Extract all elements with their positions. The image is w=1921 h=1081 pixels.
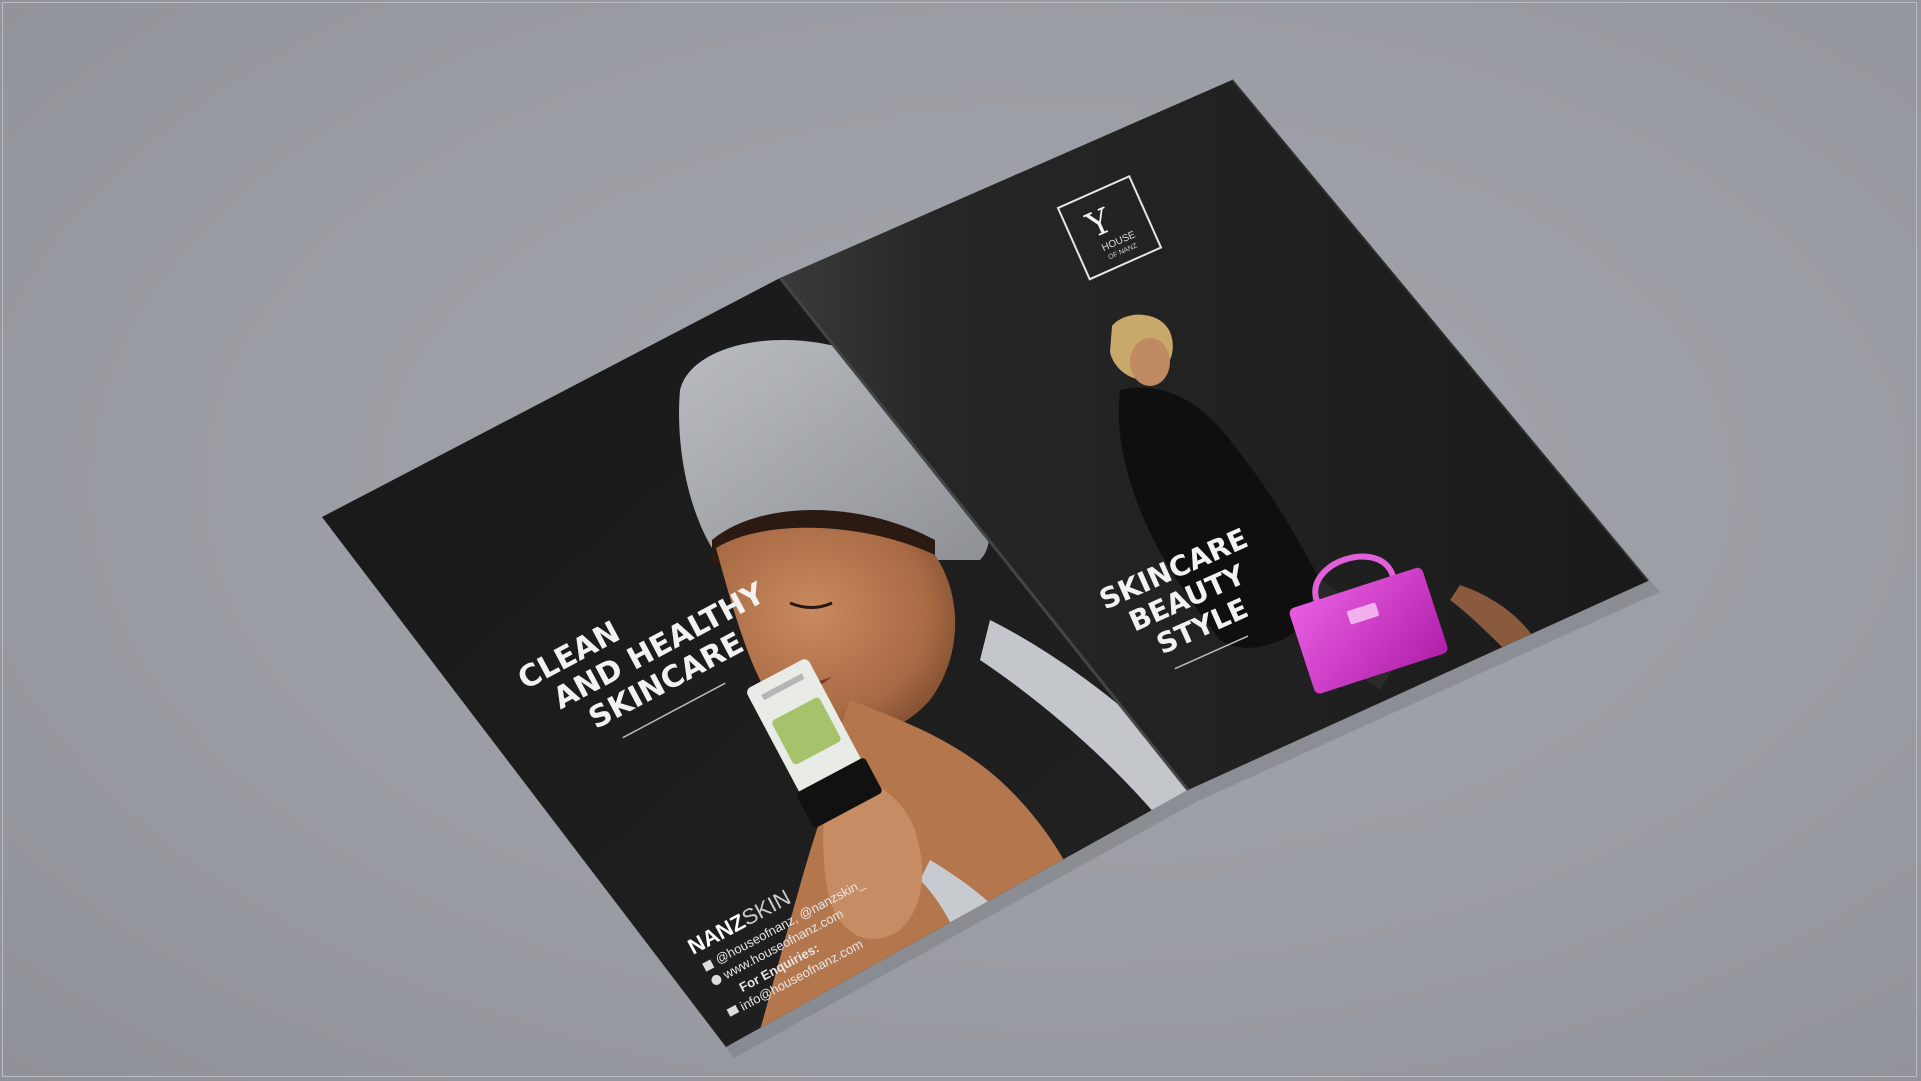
brochure-mockup: CLEAN AND HEALTHY SKINCARE NANZSKIN @hou… <box>322 79 1660 1058</box>
model-face <box>1130 338 1170 386</box>
